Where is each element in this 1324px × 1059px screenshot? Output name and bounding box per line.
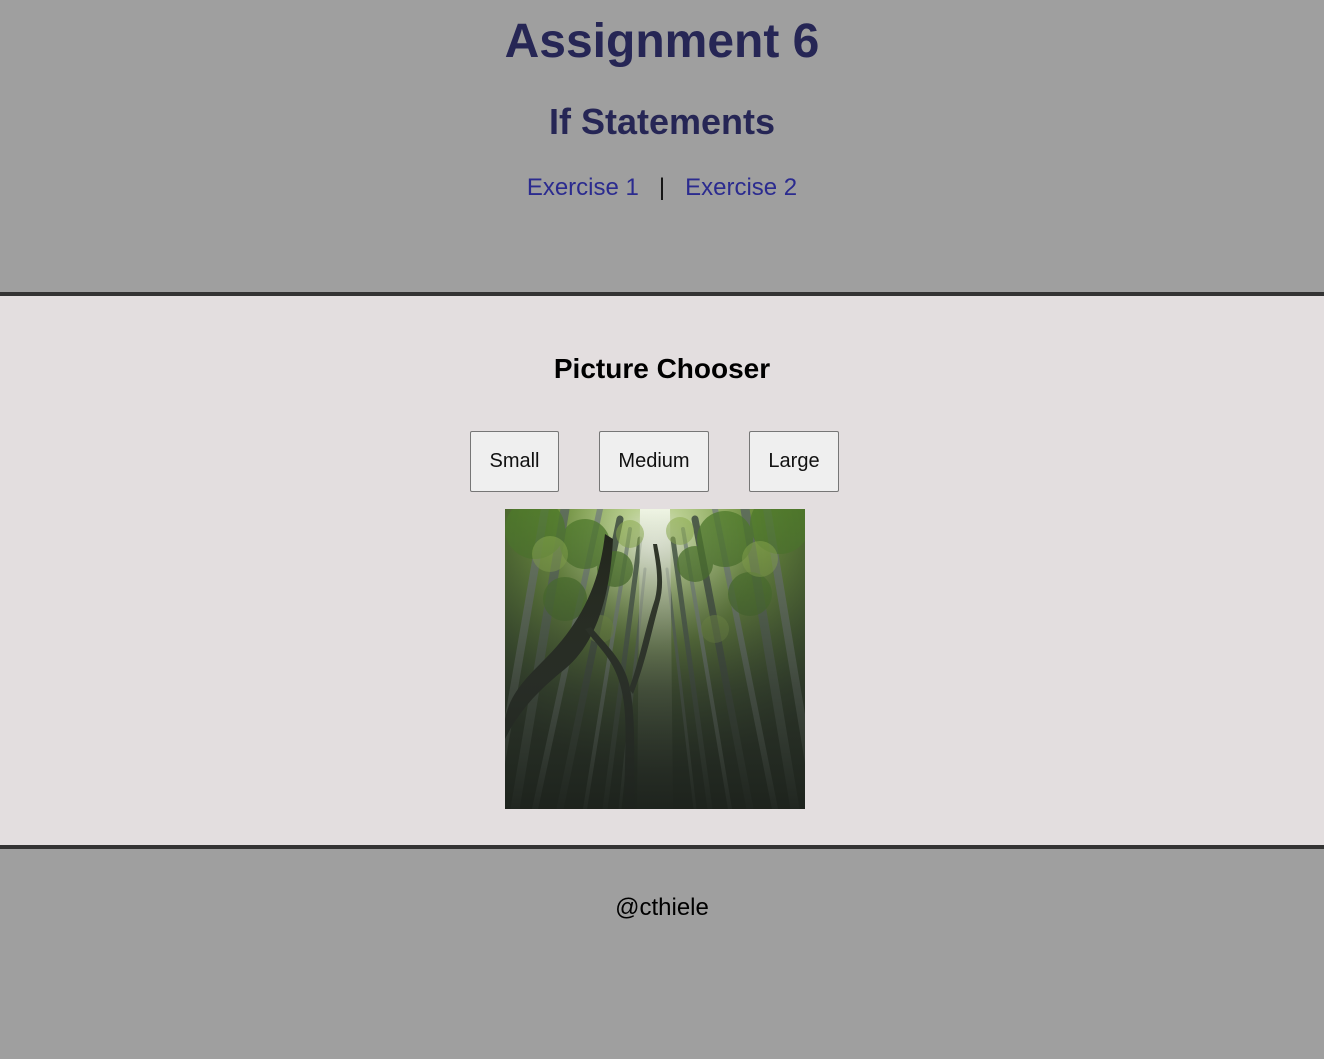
page-header: Assignment 6 If Statements Exercise 1 | Ex… [0,0,1324,292]
page-title: Assignment 6 [504,15,820,68]
nav-separator: | [658,174,666,201]
exercise-nav: Exercise 1 | Exercise 2 [0,174,1324,202]
author-credit: @cthiele [615,894,709,921]
small-button[interactable]: Small [470,431,559,492]
page-footer: @cthiele [0,849,1324,1059]
large-button[interactable]: Large [749,431,839,492]
section-heading: Picture Chooser [553,353,771,384]
nav-link-exercise-1[interactable]: Exercise 1 [527,174,639,201]
page-subtitle: If Statements [548,101,776,142]
nav-link-exercise-2[interactable]: Exercise 2 [685,174,797,201]
main-content: Picture Chooser Small Medium Large [0,296,1324,845]
medium-button[interactable]: Medium [599,431,709,492]
forest-picture [505,509,805,809]
